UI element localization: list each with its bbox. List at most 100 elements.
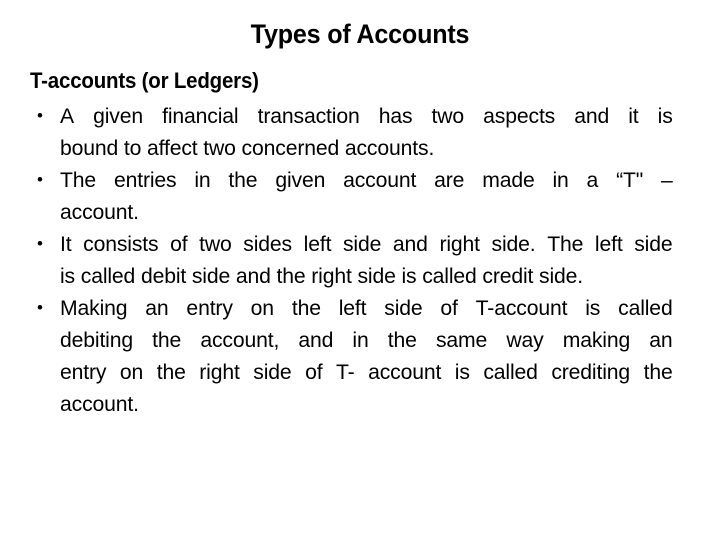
word: and	[574, 104, 610, 128]
word: is	[454, 360, 470, 384]
word: two	[199, 232, 232, 256]
text-line: account.	[60, 388, 682, 420]
word: it	[628, 104, 639, 128]
word: debiting	[60, 328, 134, 352]
bullet-dot-icon: •	[37, 106, 43, 125]
word: and	[392, 232, 428, 256]
word: aspects	[483, 104, 556, 128]
word: are	[434, 168, 465, 192]
word: right	[439, 232, 480, 256]
bullet-dot-icon: •	[37, 298, 43, 317]
word: side	[191, 264, 231, 288]
word: bound	[60, 136, 119, 160]
word: made	[482, 168, 535, 192]
bullet-dot-icon: •	[37, 170, 43, 189]
word: side	[342, 232, 382, 256]
word: concerned	[241, 136, 340, 160]
word: account,	[200, 328, 280, 352]
word: left	[303, 232, 332, 256]
text-line: The entries in the given account are made in a “T"…	[60, 164, 682, 196]
word: T-	[336, 360, 355, 384]
word: It	[60, 232, 72, 256]
text-line: is called debit side and the right side …	[60, 260, 682, 292]
bullet-dot-icon: •	[37, 234, 43, 253]
word: Making	[60, 296, 128, 320]
word: credit	[482, 264, 534, 288]
word: The	[547, 232, 584, 256]
text-line: entry on the right side of T-account is called cr…	[60, 356, 682, 388]
word: right	[311, 264, 352, 288]
text-line: account.	[60, 196, 682, 228]
word: the	[228, 168, 258, 192]
word: left	[594, 232, 623, 256]
word: the	[291, 296, 321, 320]
word: The	[60, 168, 97, 192]
word: crediting	[551, 360, 631, 384]
word: to	[123, 136, 142, 160]
text-line: Agiven financial transaction has two aspects a…	[60, 100, 682, 132]
word: of	[170, 232, 188, 256]
word: entries	[113, 168, 177, 192]
word: is	[585, 296, 601, 320]
word: side	[634, 232, 673, 256]
word: a	[586, 168, 599, 192]
word: consists	[83, 232, 159, 256]
text-line: Making an entry on the left side of T-account is c…	[60, 292, 682, 324]
word: called	[80, 264, 136, 288]
list-item: • Making an entry on the left side of T-account is…	[30, 292, 690, 420]
word: affect	[147, 136, 198, 160]
word: the	[643, 360, 673, 384]
word: side	[384, 296, 423, 320]
word: two	[203, 136, 236, 160]
word: way	[506, 328, 544, 352]
word: in	[352, 328, 369, 352]
word: same	[435, 328, 488, 352]
word: on	[119, 360, 144, 384]
word: side.	[491, 232, 536, 256]
list-item: • The entries in the given account are made in a “T…	[30, 164, 690, 228]
word: account.	[60, 392, 139, 416]
word: in	[194, 168, 211, 192]
word: sides	[243, 232, 293, 256]
word: right	[199, 360, 240, 384]
list-item-text: It consists of two sides left side and right side…	[60, 228, 682, 292]
word: an	[649, 328, 673, 352]
list-item-text: The entries in the given account are made in a “T"…	[60, 164, 682, 228]
word: entry	[186, 296, 233, 320]
list-item: • It consists of two sides left side and right sid…	[30, 228, 690, 292]
text-line: It consists of two sides left side and right side…	[60, 228, 682, 260]
word: and	[235, 264, 271, 288]
word: given	[93, 104, 144, 128]
word: financial	[162, 104, 239, 128]
word: account.	[60, 200, 139, 224]
word: called	[422, 264, 477, 288]
word: given	[275, 168, 326, 192]
word: side	[357, 264, 396, 288]
word: side	[253, 360, 292, 384]
word: transaction	[257, 104, 360, 128]
word: A	[60, 104, 74, 128]
list-item-text: Agiven financial transaction has two aspects a…	[60, 100, 682, 164]
word: entry	[60, 360, 107, 384]
section-heading: T-accounts (or Ledgers)	[30, 68, 259, 93]
word: in	[552, 168, 569, 192]
word: called	[618, 296, 673, 320]
word: accounts.	[344, 136, 435, 160]
word: “T"	[616, 168, 644, 192]
word: of	[440, 296, 458, 320]
word: is	[401, 264, 417, 288]
word: called	[483, 360, 538, 384]
word: account	[368, 360, 442, 384]
text-line: bound to affect two concerned accounts.	[60, 132, 682, 164]
word: account	[343, 168, 417, 192]
word: has	[378, 104, 413, 128]
word: the	[156, 360, 186, 384]
word: side.	[539, 264, 584, 288]
list-item: • Agiven financial transaction has two aspects…	[30, 100, 690, 164]
word: T-account	[475, 296, 568, 320]
word: an	[145, 296, 169, 320]
word: on	[250, 296, 274, 320]
word: debit	[140, 264, 187, 288]
slide-canvas: Types of Accounts T-accounts (or Ledgers…	[0, 0, 720, 540]
word: –	[661, 168, 673, 192]
